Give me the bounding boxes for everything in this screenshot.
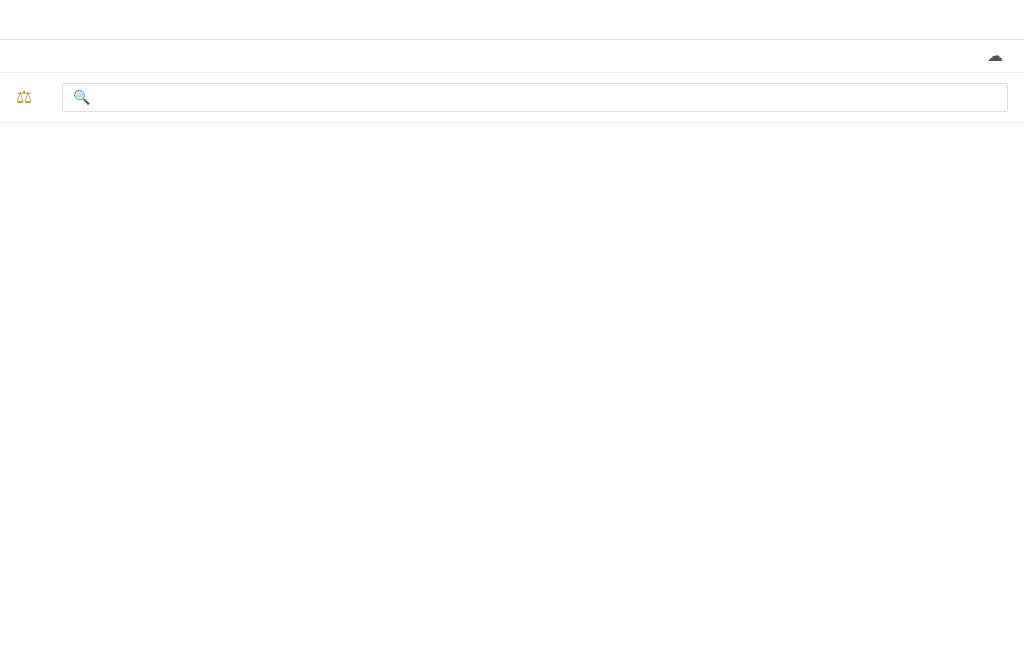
compare-bar: ⚖ 🔍 [0,73,1024,123]
cloud-icon: ☁ [987,46,1003,66]
compare-icon: ⚖ [16,87,32,108]
toolbar: ☁ [0,40,1024,73]
compare-search-icon: 🔍 [73,89,90,106]
compare-input[interactable] [97,90,997,105]
tabs-bar [0,0,1024,40]
compare-input-wrap: 🔍 [62,83,1008,112]
export-button[interactable]: ☁ [987,46,1008,66]
results-list [0,123,1024,653]
